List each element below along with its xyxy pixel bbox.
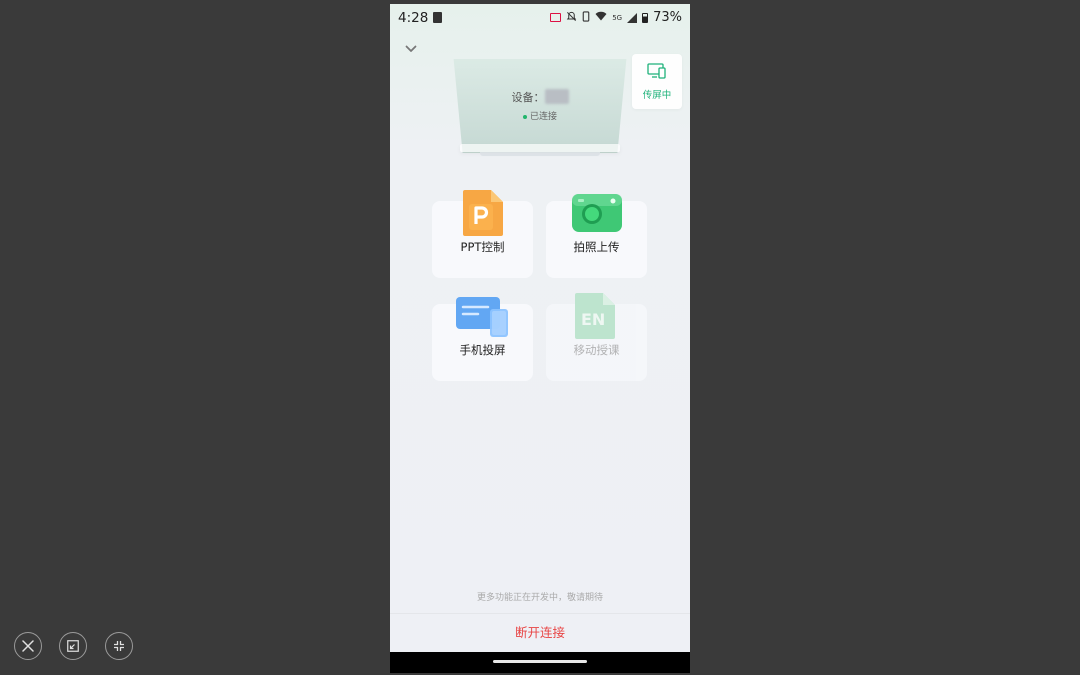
ppt-icon (461, 188, 507, 242)
nav-bar (390, 652, 690, 673)
status-icons: 5G 73% (550, 10, 682, 25)
vibrate-icon (582, 10, 590, 25)
mobile-teaching-button[interactable]: EN 移动授课 (546, 293, 647, 381)
footer-note: 更多功能正在开发中，敬请期待 (476, 593, 603, 603)
phone-screen: 4:28 5G 73% 设备：李四 已连接 (390, 4, 690, 673)
screen-mirror-button[interactable]: 手机投屏 (432, 297, 533, 381)
connection-status-text: 已连接 (529, 112, 557, 122)
screen-base (460, 144, 620, 152)
collapse-icon (113, 637, 125, 656)
screen-illustration (453, 59, 627, 153)
cast-icon (550, 13, 562, 22)
camera-icon (570, 191, 624, 239)
home-gesture-handle[interactable] (493, 660, 587, 663)
connection-status: 已连接 (390, 109, 690, 122)
ppt-control-button[interactable]: PPT控制 (432, 190, 533, 278)
mute-icon (566, 11, 577, 25)
close-icon (22, 637, 34, 656)
screen-mirror-label: 手机投屏 (459, 343, 506, 357)
battery-icon (642, 12, 649, 23)
minimize-window-icon (67, 637, 79, 656)
wifi-icon (595, 11, 607, 24)
casting-button[interactable]: 传屏中 (632, 54, 682, 109)
chevron-down-icon[interactable] (404, 41, 418, 55)
device-name: 李四 (544, 89, 569, 104)
minimize-window-button[interactable] (59, 632, 87, 660)
photo-upload-label: 拍照上传 (573, 240, 620, 254)
divider (390, 613, 690, 614)
status-bar: 4:28 5G 73% (390, 4, 690, 32)
mobile-teaching-label: 移动授课 (573, 343, 620, 357)
signal-icon (627, 12, 638, 23)
svg-text:EN: EN (581, 310, 605, 329)
network-type: 5G (612, 13, 623, 22)
close-button[interactable] (14, 632, 42, 660)
disconnect-button[interactable]: 断开连接 (390, 622, 690, 641)
device-label: 设备： (511, 91, 545, 104)
status-time: 4:28 (398, 10, 429, 26)
mirror-icon (454, 295, 512, 343)
casting-label: 传屏中 (642, 89, 672, 101)
screen-stand (480, 152, 600, 156)
collapse-button[interactable] (105, 632, 133, 660)
ppt-control-label: PPT控制 (460, 240, 505, 254)
photo-upload-button[interactable]: 拍照上传 (546, 194, 647, 278)
notification-icon (433, 12, 442, 23)
status-dot (522, 114, 527, 119)
battery-percent: 73% (653, 10, 682, 25)
en-doc-icon: EN (573, 291, 619, 345)
screen-cast-icon (647, 62, 667, 83)
